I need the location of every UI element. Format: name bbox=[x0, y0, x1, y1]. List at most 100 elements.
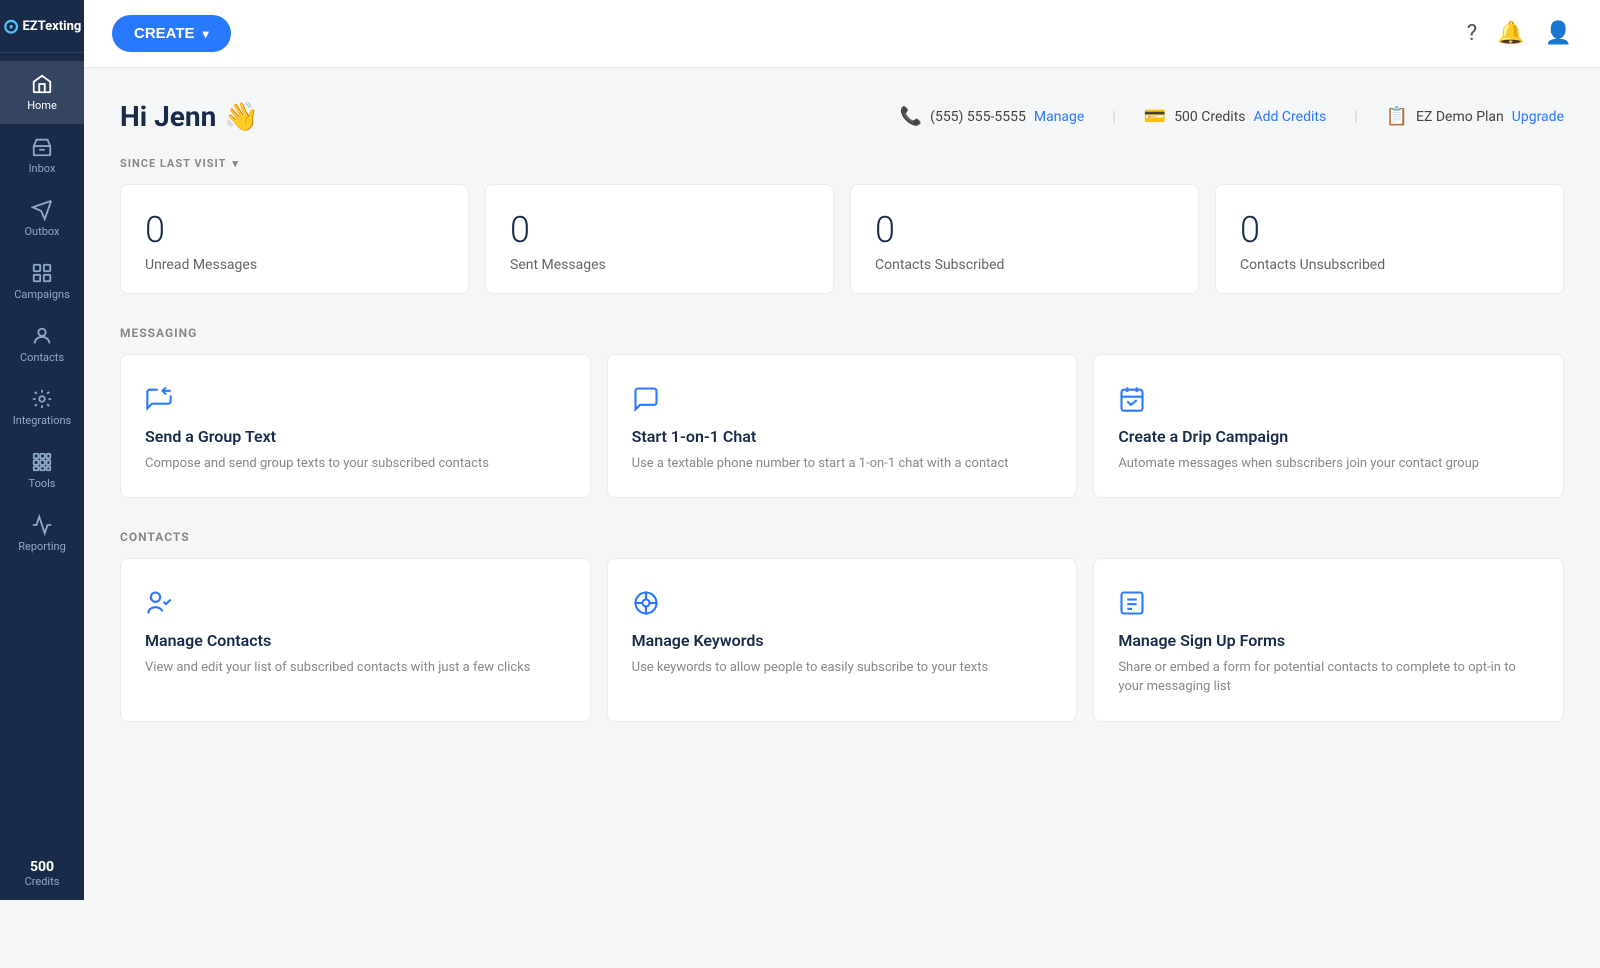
drip-title: Create a Drip Campaign bbox=[1118, 427, 1539, 446]
tools-icon bbox=[31, 451, 53, 473]
greeting-emoji: 👋 bbox=[224, 100, 259, 133]
help-icon[interactable]: ? bbox=[1467, 21, 1477, 46]
manage-keywords-desc: Use keywords to allow people to easily s… bbox=[632, 658, 1053, 678]
send-group-text-card[interactable]: Send a Group Text Compose and send group… bbox=[120, 354, 591, 498]
campaigns-icon bbox=[31, 262, 53, 284]
stat-unsubscribed-number: 0 bbox=[1240, 209, 1539, 251]
stat-card-sent: 0 Sent Messages bbox=[485, 184, 834, 294]
sidebar-item-integrations-label: Integrations bbox=[13, 414, 71, 427]
topbar-right: ? 🔔 👤 bbox=[1467, 21, 1572, 46]
credits-meta: 💳 500 Credits Add Credits bbox=[1144, 106, 1326, 127]
sidebar-item-inbox-label: Inbox bbox=[29, 162, 56, 175]
meta-divider-2: | bbox=[1354, 109, 1357, 125]
signup-forms-card[interactable]: Manage Sign Up Forms Share or embed a fo… bbox=[1093, 558, 1564, 722]
create-button[interactable]: CREATE ▾ bbox=[112, 15, 231, 52]
phone-icon: 📞 bbox=[900, 106, 922, 127]
manage-contacts-desc: View and edit your list of subscribed co… bbox=[145, 658, 566, 678]
stat-subscribed-label: Contacts Subscribed bbox=[875, 257, 1174, 273]
home-icon bbox=[31, 73, 53, 95]
header-meta: 📞 (555) 555-5555 Manage | 💳 500 Credits … bbox=[900, 106, 1564, 127]
sidebar: ⊙ EZTexting Home Inbox Outbox Campaigns … bbox=[0, 0, 84, 900]
manage-link[interactable]: Manage bbox=[1034, 109, 1084, 125]
logo-text: EZTexting bbox=[22, 19, 81, 34]
contacts-icon bbox=[31, 325, 53, 347]
sidebar-item-tools[interactable]: Tools bbox=[0, 439, 84, 502]
notifications-icon[interactable]: 🔔 bbox=[1497, 21, 1524, 46]
manage-contacts-title: Manage Contacts bbox=[145, 631, 566, 650]
sidebar-item-tools-label: Tools bbox=[29, 477, 56, 490]
sidebar-item-home[interactable]: Home bbox=[0, 61, 84, 124]
reporting-icon bbox=[31, 514, 53, 536]
since-last-visit-text: SINCE LAST VISIT bbox=[120, 157, 226, 170]
chat-title: Start 1-on-1 Chat bbox=[632, 427, 1053, 446]
chevron-down-icon: ▾ bbox=[203, 27, 209, 41]
stat-subscribed-number: 0 bbox=[875, 209, 1174, 251]
greeting: Hi Jenn 👋 bbox=[120, 100, 259, 133]
main-content: Hi Jenn 👋 📞 (555) 555-5555 Manage | 💳 50… bbox=[84, 68, 1600, 968]
group-text-desc: Compose and send group texts to your sub… bbox=[145, 454, 566, 474]
stat-card-unread: 0 Unread Messages bbox=[120, 184, 469, 294]
signup-forms-desc: Share or embed a form for potential cont… bbox=[1118, 658, 1539, 697]
stat-card-unsubscribed: 0 Contacts Unsubscribed bbox=[1215, 184, 1564, 294]
chevron-down-icon-2: ▾ bbox=[232, 157, 239, 170]
manage-contacts-card[interactable]: Manage Contacts View and edit your list … bbox=[120, 558, 591, 722]
plan-meta: 📋 EZ Demo Plan Upgrade bbox=[1386, 106, 1564, 127]
phone-meta: 📞 (555) 555-5555 Manage bbox=[900, 106, 1085, 127]
sidebar-item-home-label: Home bbox=[27, 99, 57, 112]
drip-card[interactable]: Create a Drip Campaign Automate messages… bbox=[1093, 354, 1564, 498]
manage-keywords-title: Manage Keywords bbox=[632, 631, 1053, 650]
upgrade-link[interactable]: Upgrade bbox=[1512, 109, 1564, 125]
inbox-icon bbox=[31, 136, 53, 158]
topbar: CREATE ▾ ? 🔔 👤 bbox=[84, 0, 1600, 68]
sidebar-item-integrations[interactable]: Integrations bbox=[0, 376, 84, 439]
stats-grid: 0 Unread Messages 0 Sent Messages 0 Cont… bbox=[120, 184, 1564, 294]
add-credits-link[interactable]: Add Credits bbox=[1254, 109, 1327, 125]
sidebar-item-inbox[interactable]: Inbox bbox=[0, 124, 84, 187]
signup-forms-title: Manage Sign Up Forms bbox=[1118, 631, 1539, 650]
drip-icon bbox=[1118, 383, 1539, 413]
account-icon[interactable]: 👤 bbox=[1545, 21, 1572, 46]
credits-amount: 500 Credits bbox=[1174, 109, 1245, 125]
contacts-cards: Manage Contacts View and edit your list … bbox=[120, 558, 1564, 722]
drip-desc: Automate messages when subscribers join … bbox=[1118, 454, 1539, 474]
sidebar-item-contacts[interactable]: Contacts bbox=[0, 313, 84, 376]
group-text-title: Send a Group Text bbox=[145, 427, 566, 446]
credits-icon: 💳 bbox=[1144, 106, 1166, 127]
create-label: CREATE bbox=[134, 25, 195, 42]
nav-items: Home Inbox Outbox Campaigns Contacts Int… bbox=[0, 53, 84, 847]
sidebar-item-reporting-label: Reporting bbox=[18, 540, 66, 553]
sidebar-item-campaigns-label: Campaigns bbox=[14, 288, 70, 301]
stat-sent-label: Sent Messages bbox=[510, 257, 809, 273]
outbox-icon bbox=[31, 199, 53, 221]
sidebar-logo: ⊙ EZTexting bbox=[0, 0, 84, 53]
plan-icon: 📋 bbox=[1386, 106, 1408, 127]
stat-unsubscribed-label: Contacts Unsubscribed bbox=[1240, 257, 1539, 273]
chat-card[interactable]: Start 1-on-1 Chat Use a textable phone n… bbox=[607, 354, 1078, 498]
chat-desc: Use a textable phone number to start a 1… bbox=[632, 454, 1053, 474]
messaging-cards: Send a Group Text Compose and send group… bbox=[120, 354, 1564, 498]
since-last-visit-label[interactable]: SINCE LAST VISIT ▾ bbox=[120, 157, 1564, 170]
manage-keywords-card[interactable]: Manage Keywords Use keywords to allow pe… bbox=[607, 558, 1078, 722]
manage-contacts-icon bbox=[145, 587, 566, 617]
sidebar-item-campaigns[interactable]: Campaigns bbox=[0, 250, 84, 313]
chat-icon bbox=[632, 383, 1053, 413]
sidebar-item-contacts-label: Contacts bbox=[20, 351, 64, 364]
sidebar-item-outbox[interactable]: Outbox bbox=[0, 187, 84, 250]
sidebar-credits-label: Credits bbox=[25, 875, 60, 888]
integrations-icon bbox=[31, 388, 53, 410]
contacts-section-title: CONTACTS bbox=[120, 530, 1564, 544]
sidebar-item-outbox-label: Outbox bbox=[24, 225, 59, 238]
manage-keywords-icon bbox=[632, 587, 1053, 617]
messaging-section-title: MESSAGING bbox=[120, 326, 1564, 340]
phone-number: (555) 555-5555 bbox=[930, 109, 1026, 125]
sidebar-credits-count: 500 bbox=[25, 859, 60, 875]
group-text-icon bbox=[145, 383, 566, 413]
plan-name: EZ Demo Plan bbox=[1416, 109, 1504, 125]
stat-sent-number: 0 bbox=[510, 209, 809, 251]
sidebar-item-reporting[interactable]: Reporting bbox=[0, 502, 84, 565]
signup-forms-icon bbox=[1118, 587, 1539, 617]
greeting-text: Hi Jenn bbox=[120, 100, 216, 133]
page-header: Hi Jenn 👋 📞 (555) 555-5555 Manage | 💳 50… bbox=[120, 100, 1564, 133]
stat-unread-label: Unread Messages bbox=[145, 257, 444, 273]
stat-unread-number: 0 bbox=[145, 209, 444, 251]
